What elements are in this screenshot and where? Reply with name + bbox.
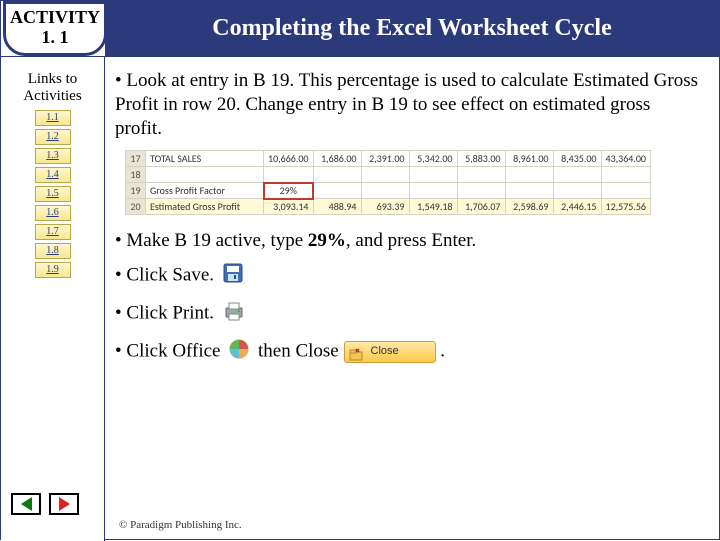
sidebar-title: Links to Activities [1,71,104,104]
sidebar-item-1-2[interactable]: 1.2 [35,129,71,145]
cell [313,183,361,199]
row-header: 19 [126,183,146,199]
cell: 10,666.00 [264,151,314,167]
close-label: Close [371,345,399,359]
cell [361,167,409,183]
cell [553,183,601,199]
sidebar-item-1-8[interactable]: 1.8 [35,243,71,259]
cell: 12,575.56 [601,199,651,215]
footer: © Paradigm Publishing Inc. [119,519,242,531]
row-header: 20 [126,199,146,215]
cell: 3,093.14 [264,199,314,215]
close-button[interactable]: Close [344,341,436,363]
content: • Look at entry in B 19. This percentage… [105,57,719,541]
cell [409,167,457,183]
arrow-left-icon [21,497,32,511]
cell [601,167,651,183]
cell: 8,435.00 [553,151,601,167]
row-label: Estimated Gross Profit [146,199,264,215]
cell: 2,446.15 [553,199,601,215]
bullet-3: • Click Save. [115,263,699,290]
cell: 29% [264,183,314,199]
save-icon [223,263,243,290]
bullet-1: • Look at entry in B 19. This percentage… [115,69,699,140]
bullet-4: • Click Print. [115,300,699,329]
row-label [146,167,264,183]
cell: 5,883.00 [457,151,505,167]
slide: ACTIVITY 1. 1 Completing the Excel Works… [0,0,720,540]
cell [601,183,651,199]
activity-label: ACTIVITY [6,8,104,28]
cell: 693.39 [361,199,409,215]
cell: 488.94 [313,199,361,215]
activity-number: 1. 1 [6,28,104,48]
row-label: TOTAL SALES [146,151,264,167]
cell [457,167,505,183]
row-header: 18 [126,167,146,183]
sidebar-item-1-6[interactable]: 1.6 [35,205,71,221]
cell: 1,686.00 [313,151,361,167]
sidebar-item-1-3[interactable]: 1.3 [35,148,71,164]
cell: 2,391.00 [361,151,409,167]
row-label: Gross Profit Factor [146,183,264,199]
bullet-2: • Make B 19 active, type 29%, and press … [115,229,699,253]
sidebar-item-1-1[interactable]: 1.1 [35,110,71,126]
body: Links to Activities 1.1 1.2 1.3 1.4 1.5 … [1,57,719,541]
cell [409,183,457,199]
row-header: 17 [126,151,146,167]
excel-snippet: 17TOTAL SALES10,666.001,686.002,391.005,… [125,150,699,215]
cell: 8,961.00 [505,151,553,167]
cell [313,167,361,183]
sidebar-item-1-4[interactable]: 1.4 [35,167,71,183]
bullet-5: • Click Office then Close Close . [115,339,699,366]
cell [457,183,505,199]
cell [553,167,601,183]
excel-table: 17TOTAL SALES10,666.001,686.002,391.005,… [125,150,651,215]
sidebar-item-1-9[interactable]: 1.9 [35,262,71,278]
cell: 2,598.69 [505,199,553,215]
nav-controls [11,493,79,515]
close-folder-icon [349,345,363,359]
activity-badge: ACTIVITY 1. 1 [3,1,107,56]
cell [264,167,314,183]
cell: 43,364.00 [601,151,651,167]
cell: 1,549.18 [409,199,457,215]
cell: 1,706.07 [457,199,505,215]
header: ACTIVITY 1. 1 Completing the Excel Works… [1,1,719,57]
print-icon [223,300,245,329]
next-button[interactable] [49,493,79,515]
office-icon [229,339,249,366]
prev-button[interactable] [11,493,41,515]
cell [505,183,553,199]
sidebar-item-1-5[interactable]: 1.5 [35,186,71,202]
cell: 5,342.00 [409,151,457,167]
sidebar-item-1-7[interactable]: 1.7 [35,224,71,240]
cell [505,167,553,183]
page-title: Completing the Excel Worksheet Cycle [105,1,719,56]
arrow-right-icon [59,497,70,511]
cell [361,183,409,199]
sidebar: Links to Activities 1.1 1.2 1.3 1.4 1.5 … [1,57,105,541]
